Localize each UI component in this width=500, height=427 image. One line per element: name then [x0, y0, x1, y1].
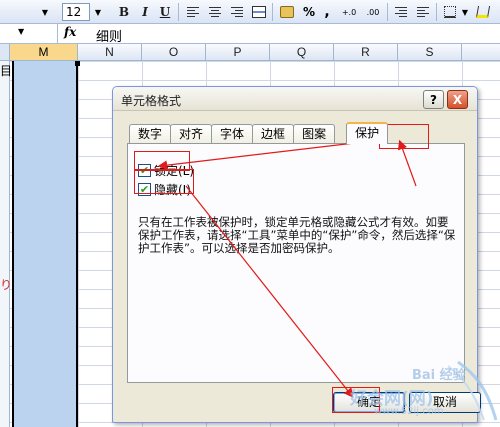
column-header-s[interactable]: S	[398, 44, 462, 61]
formula-input[interactable]: 细则	[96, 26, 122, 45]
currency-icon	[280, 6, 294, 18]
comma-style-button[interactable]: ,	[320, 3, 334, 21]
column-header-q[interactable]: Q	[270, 44, 334, 61]
close-button[interactable]: X	[447, 90, 468, 109]
toolbar-separator	[387, 3, 388, 21]
watermark-line-3: www.52ij.com	[374, 406, 444, 417]
borders-button[interactable]	[441, 3, 459, 21]
annotation-box-hidden	[134, 169, 194, 194]
toolbar-separator	[272, 3, 273, 21]
cell-text-fragment: り	[0, 278, 13, 292]
currency-button[interactable]	[277, 3, 297, 21]
select-all-corner[interactable]	[0, 44, 10, 61]
fill-color-icon	[475, 6, 491, 18]
align-left-icon	[187, 7, 199, 17]
chevron-down-icon: ▼	[18, 27, 25, 36]
decrease-decimal-button[interactable]: .00	[362, 3, 384, 21]
toolbar-separator	[178, 3, 179, 21]
decrease-indent-button[interactable]	[392, 3, 410, 21]
protection-description: 只有在工作表被保护时，锁定单元格或隐藏公式才有效。如要保护工作表，请选择“工具”…	[138, 215, 456, 255]
borders-dropdown[interactable]: ▼	[460, 3, 470, 21]
row-header-strip[interactable]	[0, 61, 10, 427]
column-header-partial[interactable]	[462, 44, 500, 61]
align-left-button[interactable]	[184, 3, 202, 21]
column-header-m[interactable]: M	[10, 44, 78, 61]
help-icon: ?	[430, 92, 437, 107]
align-right-button[interactable]	[228, 3, 246, 21]
dialog-title-bar[interactable]: 单元格格式 ? X	[113, 87, 477, 111]
watermark-line-1: Bai 经验	[412, 368, 466, 383]
function-icon[interactable]: fx	[64, 25, 76, 39]
bold-button[interactable]: B	[115, 3, 133, 21]
tab-protection[interactable]: 保护	[346, 122, 389, 144]
cell-text-fragment: 目	[0, 64, 13, 78]
dialog-tabs: 数字 对齐 字体 边框 图案 保护	[129, 122, 389, 144]
merge-center-icon	[252, 6, 266, 18]
align-right-icon	[231, 7, 243, 17]
formatting-toolbar: ▼ 12 ▼ B I U % , +.0 .00 ▼	[0, 0, 500, 24]
dialog-title: 单元格格式	[121, 94, 182, 108]
tab-number[interactable]: 数字	[129, 124, 172, 144]
align-center-icon	[209, 7, 221, 17]
formula-bar: ▼ fx 细则	[0, 24, 500, 45]
column-header-p[interactable]: P	[206, 44, 270, 61]
merge-center-button[interactable]	[250, 3, 268, 21]
percent-button[interactable]: %	[300, 3, 318, 21]
watermark: Bai 经验 好会网(网) www.52ij.com	[348, 358, 498, 424]
selected-column-m[interactable]	[12, 61, 80, 427]
toolbar-separator	[436, 3, 437, 21]
fill-color-button[interactable]	[474, 3, 492, 21]
increase-indent-icon	[417, 7, 429, 17]
column-header-n[interactable]: N	[78, 44, 142, 61]
chevron-down-icon: ▼	[41, 7, 48, 17]
italic-button[interactable]: I	[136, 3, 154, 21]
increase-decimal-button[interactable]: +.0	[338, 3, 360, 21]
tab-border[interactable]: 边框	[252, 124, 295, 144]
font-size-dropdown[interactable]: ▼	[92, 3, 104, 21]
increase-indent-button[interactable]	[414, 3, 432, 21]
column-header-r[interactable]: R	[334, 44, 398, 61]
tab-alignment[interactable]: 对齐	[170, 124, 213, 144]
decrease-indent-icon	[395, 7, 407, 17]
help-button[interactable]: ?	[423, 90, 444, 109]
font-name-dropdown[interactable]: ▼	[0, 3, 50, 21]
name-box[interactable]: ▼	[0, 24, 58, 43]
annotation-box-locked	[134, 151, 190, 171]
tab-font[interactable]: 字体	[211, 124, 254, 144]
font-size-value: 12	[66, 5, 82, 19]
column-header-o[interactable]: O	[142, 44, 206, 61]
borders-icon	[444, 6, 456, 18]
align-center-button[interactable]	[206, 3, 224, 21]
underline-button[interactable]: U	[156, 3, 174, 21]
close-icon: X	[452, 92, 463, 107]
tab-patterns[interactable]: 图案	[293, 124, 336, 144]
font-size-field[interactable]: 12	[62, 3, 90, 21]
